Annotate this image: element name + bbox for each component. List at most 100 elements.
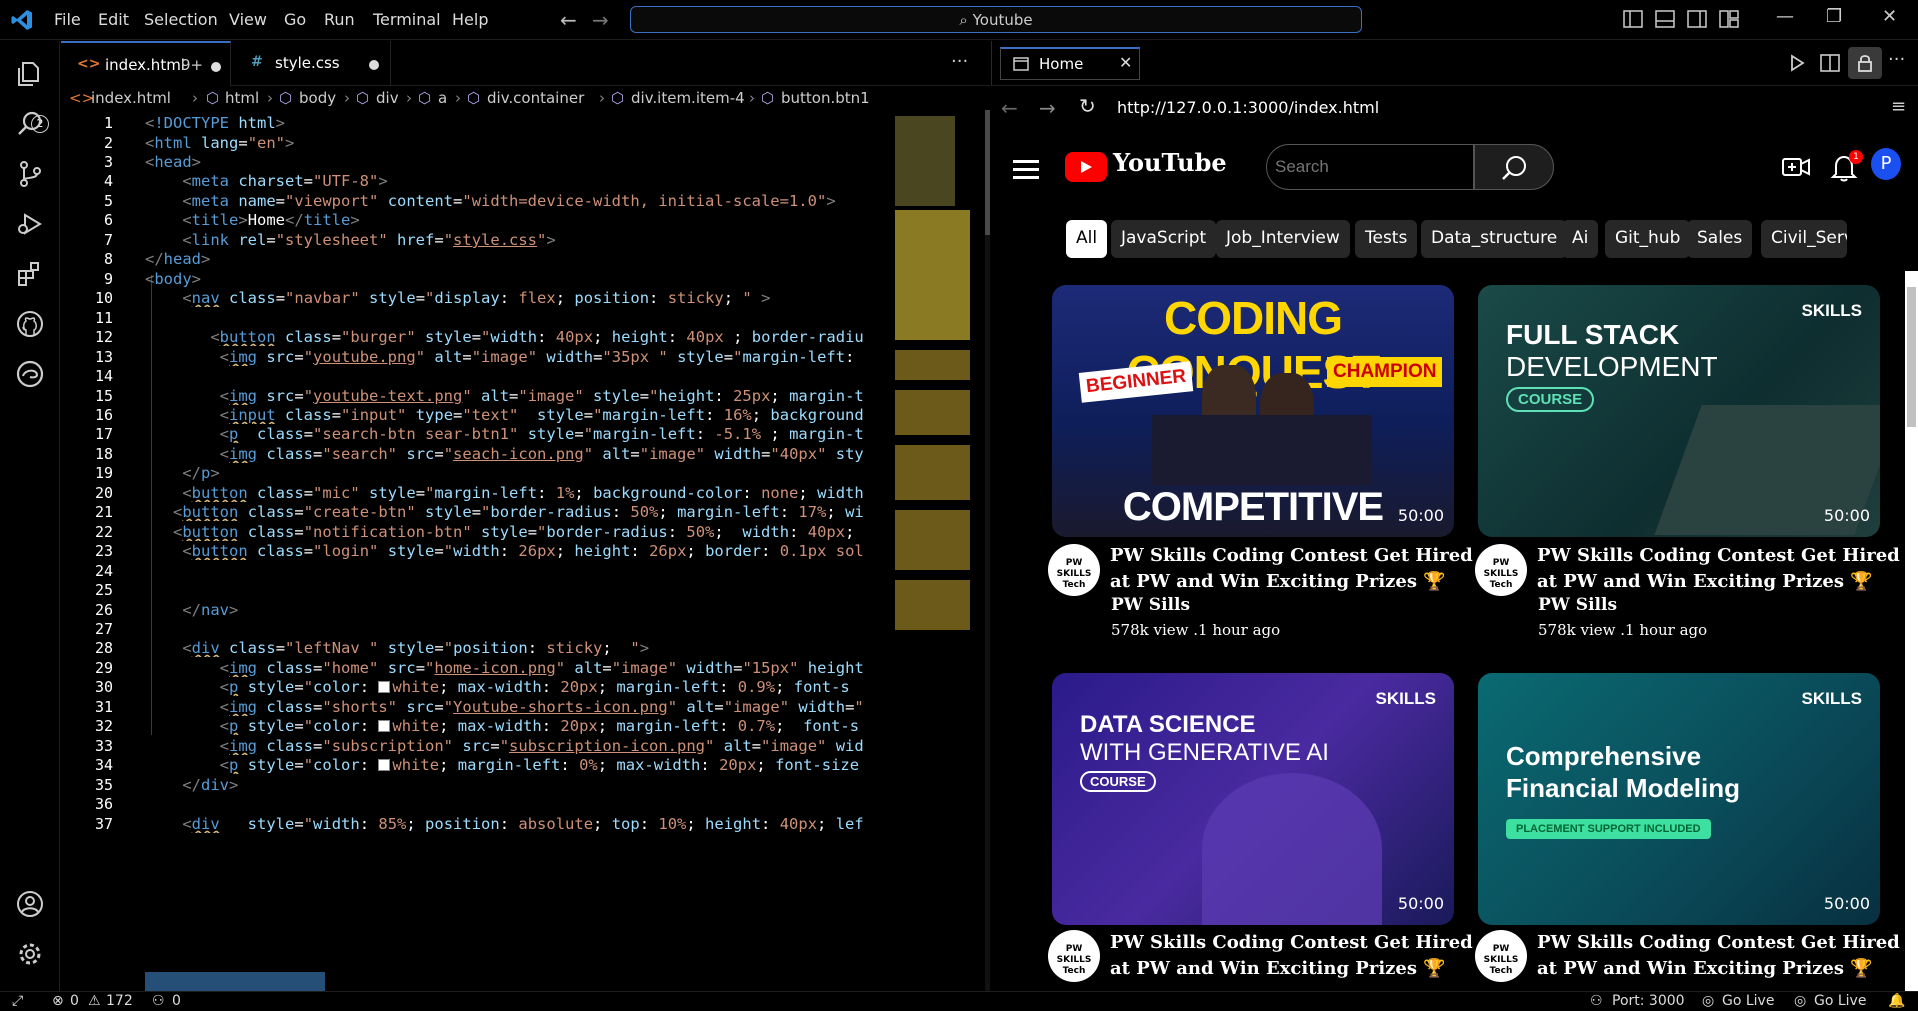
lock-button[interactable] [1848,47,1882,79]
arrow-right-icon[interactable]: → [592,8,609,32]
avatar[interactable]: P [1871,148,1901,180]
code-line[interactable]: <img class="shorts" src="Youtube-shorts-… [145,698,885,716]
search-input[interactable] [1266,144,1474,190]
chip-ai[interactable]: Ai [1562,220,1599,258]
go-live-button[interactable]: Go Live [1722,993,1774,1009]
video-title[interactable]: PW Skills Coding Contest Get Hired at PW… [1110,930,1490,982]
split-editor-icon[interactable] [1818,51,1842,75]
code-line[interactable]: <head> [145,153,885,171]
notifications-bell-icon[interactable]: 🔔 [1888,993,1905,1009]
menu-terminal[interactable]: Terminal [373,10,441,29]
tab-index-html[interactable]: <> index.html 9+ [61,41,231,86]
code-line[interactable]: <html lang="en"> [145,134,885,152]
code-line[interactable]: <div style="width: 85%; position: absolu… [145,815,885,833]
video-thumbnail[interactable]: SKILLS FULL STACK DEVELOPMENT COURSE 50:… [1478,285,1880,537]
arrow-left-icon[interactable]: ← [1001,96,1018,120]
code-line[interactable]: <meta charset="UTF-8"> [145,172,885,190]
account-icon[interactable] [15,889,45,919]
code-line[interactable]: <p style="color: white; max-width: 20px;… [145,678,885,696]
breadcrumb-item[interactable]: html [225,89,259,107]
tab-home-preview[interactable]: Home ✕ [1000,47,1140,80]
breadcrumb-item[interactable]: div [376,89,399,107]
code-line[interactable]: <p class="search-btn sear-btn1" style="m… [145,425,885,443]
unsaved-dot-icon[interactable] [369,60,379,70]
code-line[interactable]: <img class="search" src="seach-icon.png"… [145,445,885,463]
warning-count[interactable]: 172 [106,993,133,1009]
code-line[interactable]: </head> [145,250,885,268]
chip-data-structure[interactable]: Data_structure [1421,220,1568,258]
extensions-icon[interactable] [15,259,45,289]
ports-icon[interactable]: ⚇ [152,993,165,1009]
chip-all[interactable]: All [1066,220,1108,258]
breadcrumb-item[interactable]: body [299,89,336,107]
create-video-icon[interactable] [1781,154,1811,180]
video-title[interactable]: PW Skills Coding Contest Get Hired at PW… [1110,543,1490,595]
channel-avatar[interactable]: PW SKILLS Tech [1475,544,1527,596]
code-line[interactable]: <link rel="stylesheet" href="style.css"> [145,231,885,249]
code-line[interactable]: <button class="create-btn" style="border… [145,503,885,521]
breadcrumb-item[interactable]: index.html [91,89,171,107]
code-line[interactable]: <p style="color: white; margin-left: 0%;… [145,756,885,774]
source-control-icon[interactable] [15,159,45,189]
code-line[interactable]: <img src="youtube.png" alt="image" width… [145,348,885,366]
run-debug-icon[interactable] [15,209,45,239]
code-line[interactable]: </p> [145,464,885,482]
github-icon[interactable] [15,309,45,339]
chip-sales[interactable]: Sales [1687,220,1753,258]
menu-edit[interactable]: Edit [98,10,129,29]
ports-count[interactable]: 0 [172,993,181,1009]
code-line[interactable]: </nav> [145,601,885,619]
code-line[interactable]: <button class="mic" style="margin-left: … [145,484,885,502]
code-line[interactable]: <img src="youtube-text.png" alt="image" … [145,387,885,405]
breadcrumb-item[interactable]: button.btn1 [781,89,870,107]
code-line[interactable]: <button class="notification-btn" style="… [145,523,885,541]
menu-run[interactable]: Run [324,10,355,29]
code-line[interactable]: <button class="login" style="width: 26px… [145,542,885,560]
minimap[interactable] [895,110,975,991]
code-line[interactable]: <p style="color: white; max-width: 20px;… [145,717,885,735]
toggle-secondary-sidebar-icon[interactable] [1686,8,1708,30]
search-icon[interactable] [15,109,45,139]
menu-help[interactable]: Help [452,10,488,29]
edge-browser-icon[interactable] [15,359,45,389]
channel-name[interactable]: PW Sills [1111,595,1190,615]
search-button[interactable] [1474,144,1554,190]
run-icon[interactable] [1785,51,1809,75]
customize-layout-icon[interactable] [1718,8,1740,30]
tab-style-css[interactable]: # style.css [231,41,391,86]
code-line[interactable]: <meta name="viewport" content="width=dev… [145,192,885,210]
code-editor[interactable]: 1 2 3 4 5 6 7 8 9 10 11 12 13 14 15 16 1… [61,110,990,991]
go-live-button[interactable]: Go Live [1814,993,1866,1009]
more-actions-icon[interactable]: ··· [951,51,968,72]
hamburger-menu-icon[interactable] [1013,158,1039,180]
channel-avatar[interactable]: PW SKILLS Tech [1048,544,1100,596]
menu-view[interactable]: View [229,10,267,29]
explorer-icon[interactable] [15,59,45,89]
error-icon[interactable]: ⊗ [52,993,64,1009]
menu-go[interactable]: Go [284,10,306,29]
scrollbar-thumb[interactable] [985,110,990,235]
code-line[interactable]: <img class="subscription" src="subscript… [145,737,885,755]
close-icon[interactable]: ✕ [1119,53,1132,72]
menu-file[interactable]: File [54,10,81,29]
scrollbar-thumb[interactable] [1907,287,1916,427]
toggle-panel-icon[interactable] [1654,8,1676,30]
code-line[interactable]: <!DOCTYPE html> [145,114,885,132]
code-line[interactable]: <input class="input" type="text" style="… [145,406,885,424]
unsaved-dot-icon[interactable] [211,62,221,72]
breadcrumb-item[interactable]: div.item.item-4 [631,89,745,107]
video-thumbnail[interactable]: CODING CONQUEST BEGINNER CHAMPION COMPET… [1052,285,1454,537]
minimize-icon[interactable]: — [1776,6,1794,27]
channel-avatar[interactable]: PW SKILLS Tech [1048,930,1100,982]
live-server-port[interactable]: Port: 3000 [1612,993,1685,1009]
editor-scrollbar[interactable] [985,110,990,991]
chip-civil-services[interactable]: Civil_Servi [1761,220,1847,258]
video-thumbnail[interactable]: SKILLS Comprehensive Financial Modeling … [1478,673,1880,925]
settings-gear-icon[interactable] [15,939,45,969]
code-line[interactable]: <body> [145,270,885,288]
channel-name[interactable]: PW Sills [1538,595,1617,615]
arrow-right-icon[interactable]: → [1039,96,1056,120]
more-actions-icon[interactable]: ··· [1888,49,1905,70]
youtube-logo-text[interactable]: YouTube [1113,148,1227,177]
restore-icon[interactable]: ❐ [1826,6,1842,27]
